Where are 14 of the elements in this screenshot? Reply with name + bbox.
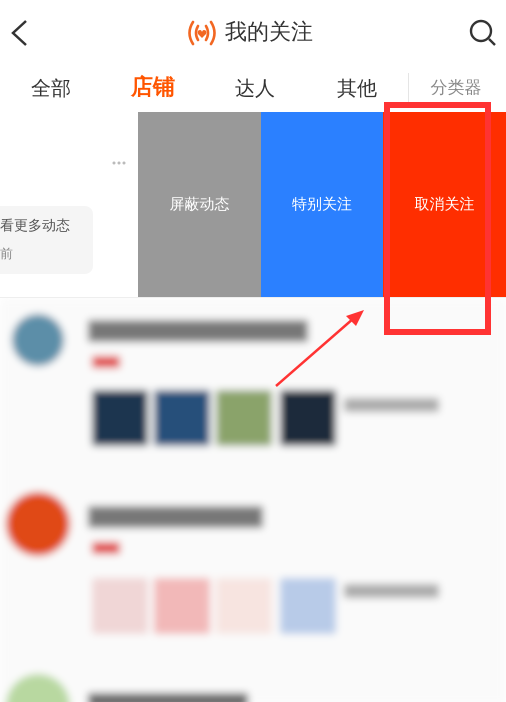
- page-title: 我的关注: [225, 19, 313, 47]
- swipe-action-button[interactable]: 屏蔽动态: [138, 112, 261, 297]
- more-updates-text: 看更多动态: [0, 216, 71, 236]
- search-icon[interactable]: [468, 18, 498, 48]
- tab[interactable]: 达人: [204, 72, 306, 102]
- tab[interactable]: 全部: [0, 72, 102, 102]
- tab[interactable]: 分类器: [408, 72, 503, 102]
- time-text: 前: [0, 246, 14, 264]
- swipe-action-button[interactable]: 取消关注: [383, 112, 506, 297]
- broadcast-heart-icon: [185, 18, 219, 46]
- more-updates-card[interactable]: 看更多动态 前: [0, 206, 93, 274]
- swipe-action-button[interactable]: 特别关注: [260, 112, 384, 297]
- tab[interactable]: 店铺: [102, 72, 204, 102]
- tab[interactable]: 其他: [306, 72, 408, 102]
